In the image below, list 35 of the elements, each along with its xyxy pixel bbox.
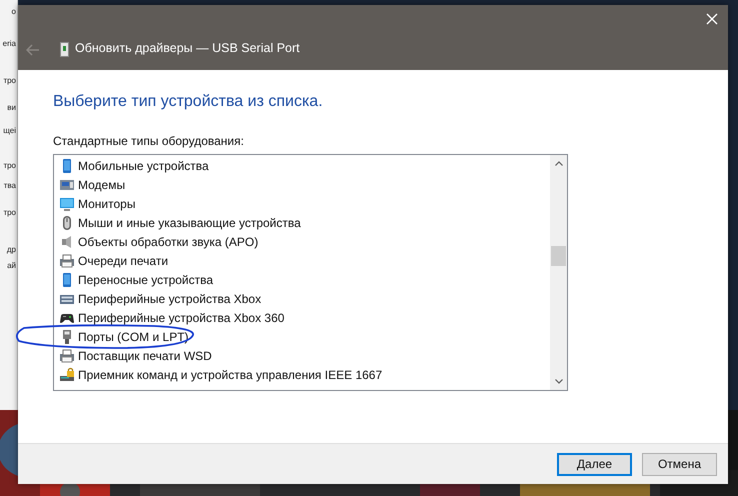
list-item[interactable]: Объекты обработки звука (APO) — [78, 232, 258, 250]
printer-icon — [59, 348, 75, 364]
next-button[interactable]: Далее — [557, 452, 632, 476]
monitor-icon — [59, 196, 75, 212]
text-fragment: тро — [3, 77, 16, 85]
list-item[interactable]: Модемы — [78, 176, 126, 194]
list-label: Стандартные типы оборудования: — [53, 133, 245, 150]
text-fragment: ви — [7, 104, 16, 112]
caret-down-icon — [554, 379, 562, 384]
caret-up-icon — [554, 161, 562, 166]
text-fragment: о — [12, 8, 16, 16]
list-item[interactable]: Переносные устройства — [78, 270, 214, 288]
text-fragment: тро — [3, 209, 16, 217]
list-item[interactable]: Поставщик печати WSD — [78, 346, 212, 364]
text-fragment: тро — [3, 162, 16, 170]
close-button[interactable] — [704, 11, 720, 27]
list-item[interactable]: Мониторы — [78, 194, 136, 212]
list-item[interactable]: Очереди печати — [78, 252, 168, 270]
device-icon — [60, 42, 69, 57]
window-title: Обновить драйверы — USB Serial Port — [75, 40, 300, 58]
printer-icon — [59, 252, 75, 268]
text-fragment: ай — [7, 262, 16, 270]
text-fragment: щеі — [3, 127, 16, 135]
cancel-button[interactable]: Отмена — [642, 452, 717, 476]
list-item[interactable]: Приемник команд и устройства управления IEEE 1667 — [78, 366, 382, 384]
heading: Выберите тип устройства из списка. — [53, 92, 324, 112]
list-item[interactable]: Периферийные устройства Xbox — [78, 290, 262, 308]
scroll-thumb[interactable] — [551, 246, 566, 266]
list-item[interactable]: Мыши и иные указывающие устройства — [78, 214, 301, 232]
list-item[interactable]: Мобильные устройства — [78, 156, 209, 174]
text-fragment: др — [6, 246, 16, 254]
lock-icon — [59, 366, 75, 382]
text-fragment: тва — [4, 182, 16, 190]
text-fragment: eria — [2, 40, 16, 48]
list-item[interactable]: Периферийные устройства Xbox 360 — [78, 308, 284, 326]
